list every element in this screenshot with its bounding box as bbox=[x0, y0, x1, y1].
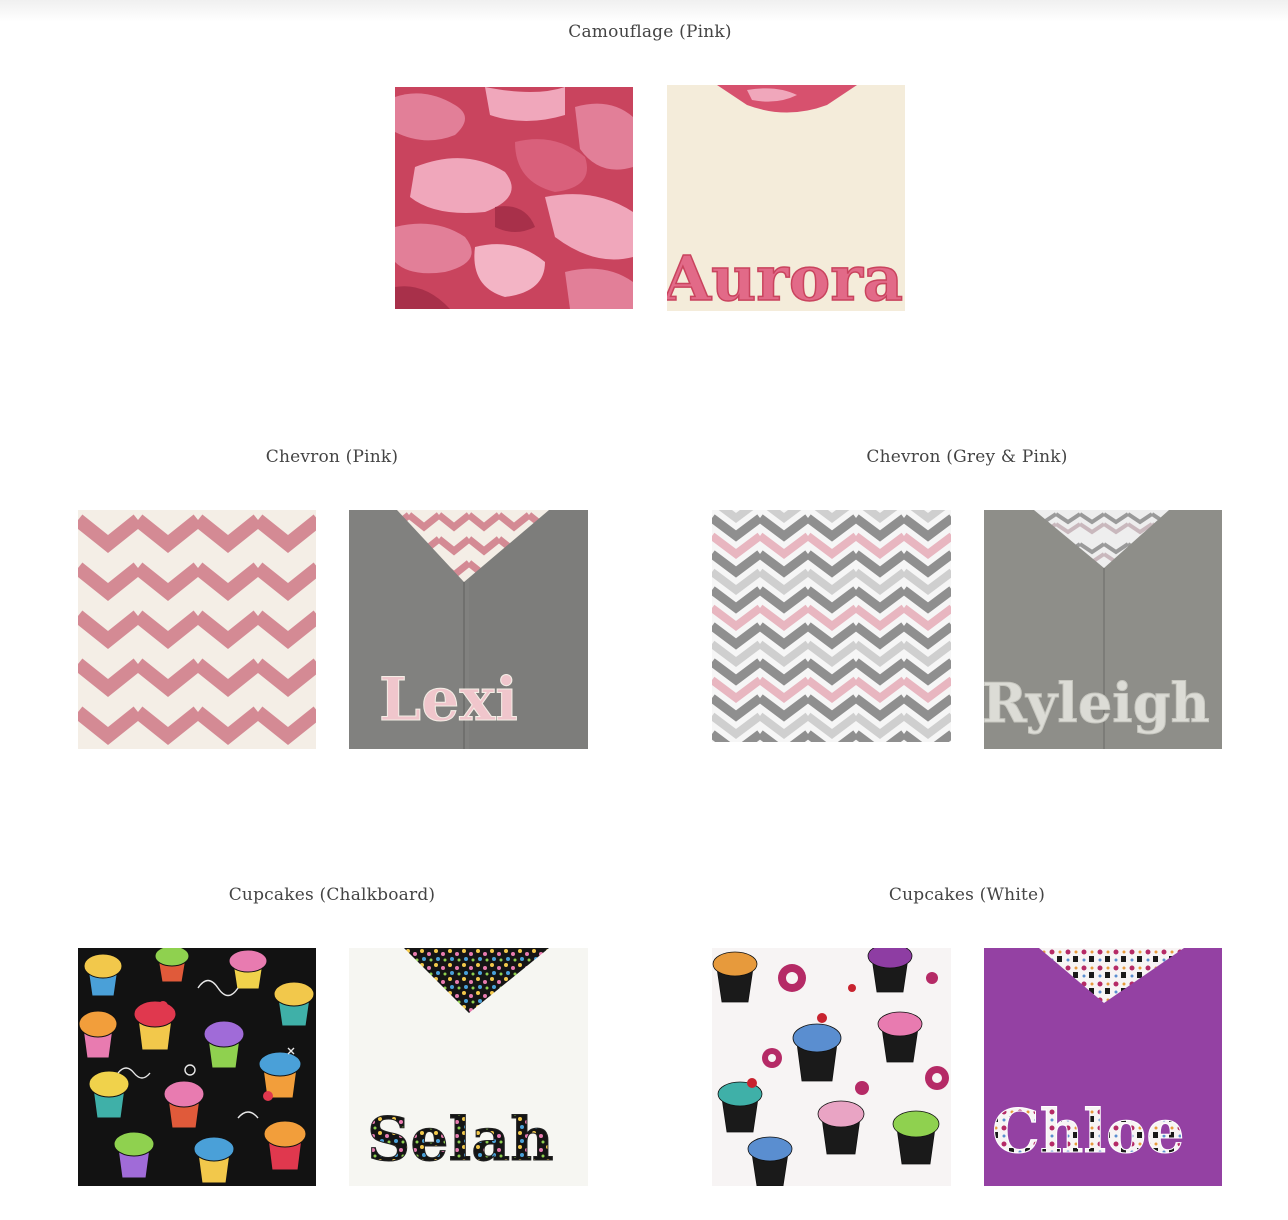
top-shadow bbox=[0, 0, 1288, 22]
towel-sample-chevron-grey-pink[interactable]: Ryleigh bbox=[984, 510, 1222, 749]
fabric-swatch-chevron-grey-pink[interactable] bbox=[712, 510, 951, 742]
towel-name-aurora: Aurora bbox=[667, 242, 903, 311]
towel-sample-cupcakes-chalkboard[interactable]: Selah bbox=[349, 948, 588, 1186]
towel-name-chloe: Chloe bbox=[992, 1097, 1184, 1167]
pink-chevron-fabric-icon bbox=[78, 510, 316, 749]
towel-name-ryleigh: Ryleigh bbox=[984, 671, 1210, 735]
towel-name-lexi: Lexi bbox=[379, 665, 518, 735]
white-cupcakes-fabric-icon bbox=[712, 948, 951, 1186]
grey-pink-chevron-fabric-icon bbox=[712, 510, 951, 742]
product-title-cupcakes-chalkboard: Cupcakes (Chalkboard) bbox=[228, 885, 436, 905]
grey-towel-grey-chevron-icon: Ryleigh bbox=[984, 510, 1222, 749]
towel-sample-camouflage-pink[interactable]: Aurora bbox=[667, 85, 905, 311]
white-towel-chalkboard-icon: Selah bbox=[349, 948, 588, 1186]
grey-towel-chevron-icon: Lexi bbox=[349, 510, 588, 749]
purple-towel-cupcake-icon: Chloe bbox=[984, 948, 1222, 1186]
chalkboard-cupcakes-fabric-icon bbox=[78, 948, 316, 1186]
fabric-swatch-cupcakes-white[interactable] bbox=[712, 948, 951, 1186]
towel-name-selah: Selah bbox=[367, 1105, 554, 1175]
towel-sample-cupcakes-white[interactable]: Chloe bbox=[984, 948, 1222, 1186]
pink-camouflage-fabric-icon bbox=[395, 87, 633, 309]
fabric-swatch-cupcakes-chalkboard[interactable] bbox=[78, 948, 316, 1186]
fabric-swatch-chevron-pink[interactable] bbox=[78, 510, 316, 749]
product-title-chevron-grey-pink: Chevron (Grey & Pink) bbox=[866, 447, 1068, 467]
towel-sample-chevron-pink[interactable]: Lexi bbox=[349, 510, 588, 749]
towel-hood-camo-icon: Aurora bbox=[667, 85, 905, 311]
fabric-swatch-camouflage-pink[interactable] bbox=[395, 87, 633, 309]
product-title-cupcakes-white: Cupcakes (White) bbox=[888, 885, 1046, 905]
product-title-chevron-pink: Chevron (Pink) bbox=[265, 447, 399, 467]
product-title-camouflage-pink: Camouflage (Pink) bbox=[568, 22, 732, 42]
